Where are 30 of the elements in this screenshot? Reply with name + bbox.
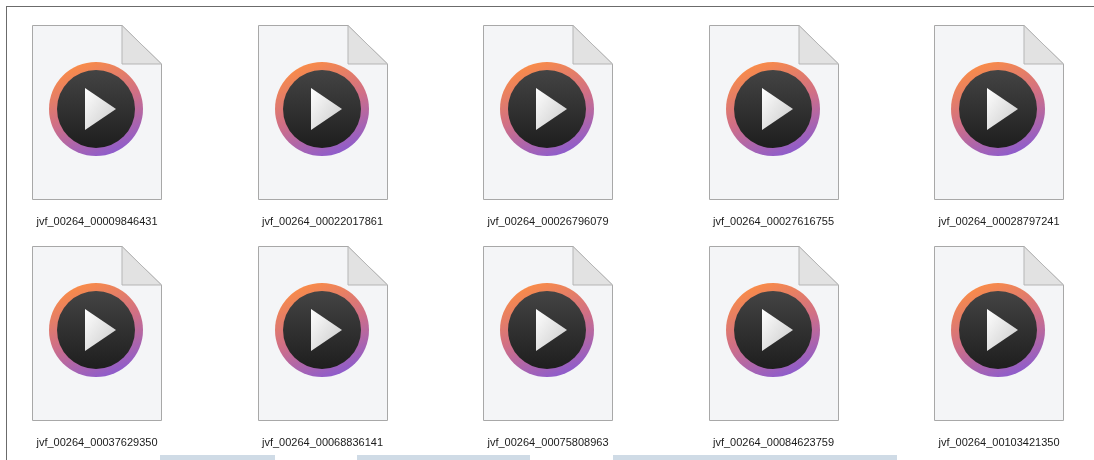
file-item[interactable]: jvf_00264_00026796079 (483, 7, 613, 228)
file-item[interactable]: jvf_00264_00084623759 (708, 228, 839, 449)
video-file-icon (257, 25, 388, 200)
file-name: jvf_00264_00022017861 (261, 214, 384, 228)
video-file-icon (32, 246, 162, 421)
file-item[interactable]: jvf_00264_00028797241 (934, 7, 1064, 228)
video-file-icon (32, 25, 162, 200)
video-file-icon (483, 246, 613, 421)
file-name: jvf_00264_00009846431 (36, 214, 158, 228)
file-name: jvf_00264_00037629350 (36, 435, 158, 449)
file-item[interactable]: jvf_00264_00075808963 (483, 228, 613, 449)
file-name: jvf_00264_00026796079 (487, 214, 609, 228)
file-item[interactable]: jvf_00264_00009846431 (32, 7, 162, 228)
file-item[interactable]: jvf_00264_00103421350 (934, 228, 1064, 449)
video-file-icon (483, 25, 613, 200)
file-name: jvf_00264_00084623759 (712, 435, 835, 449)
file-item[interactable]: jvf_00264_00022017861 (257, 7, 388, 228)
file-item[interactable]: jvf_00264_00027616755 (708, 7, 839, 228)
file-name: jvf_00264_00027616755 (712, 214, 835, 228)
file-item[interactable]: jvf_00264_00037629350 (32, 228, 162, 449)
video-file-icon (934, 25, 1064, 200)
video-file-icon (708, 246, 839, 421)
file-name: jvf_00264_00028797241 (938, 214, 1060, 228)
file-name: jvf_00264_00075808963 (487, 435, 609, 449)
video-file-icon (934, 246, 1064, 421)
video-file-icon (708, 25, 839, 200)
file-item[interactable]: jvf_00264_00068836141 (257, 228, 388, 449)
video-file-icon (257, 246, 388, 421)
file-name: jvf_00264_00068836141 (261, 435, 384, 449)
file-name: jvf_00264_00103421350 (938, 435, 1060, 449)
